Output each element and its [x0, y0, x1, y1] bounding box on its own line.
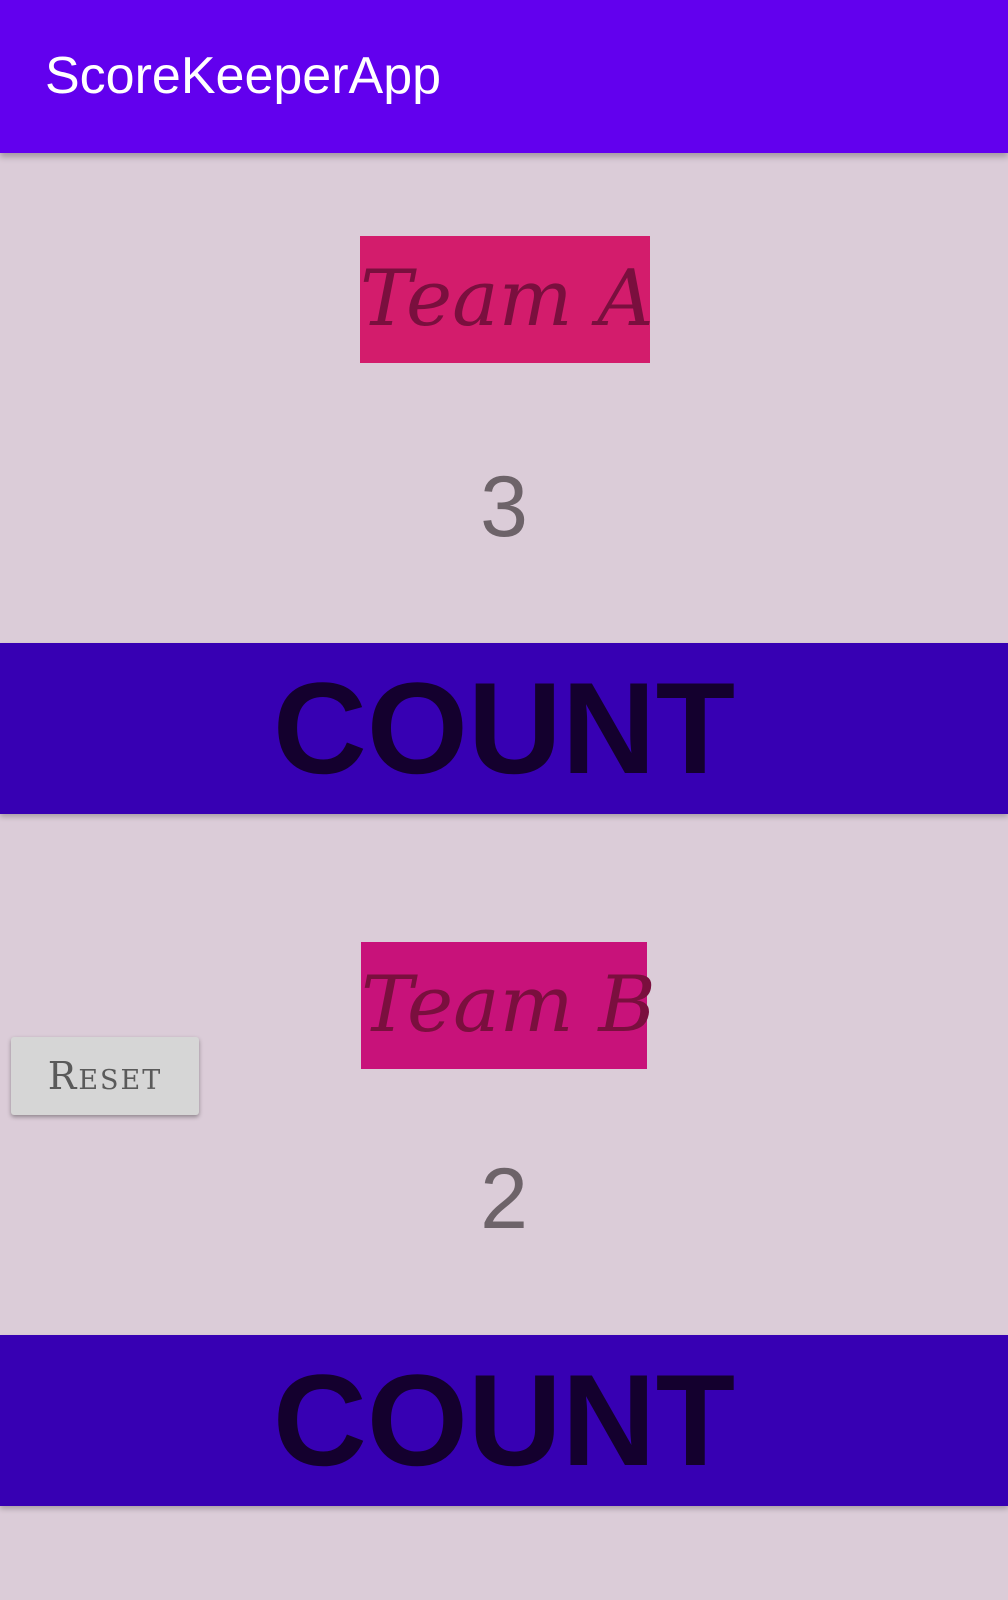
team-b-label: Team B [361, 942, 656, 1069]
team-a-label: Team A [360, 236, 654, 363]
app-bar: ScoreKeeperApp [0, 0, 1008, 153]
team-b-score: 2 [480, 1151, 528, 1247]
app-title: ScoreKeeperApp [45, 47, 442, 105]
team-a-score: 3 [480, 459, 528, 555]
team-a-count-button[interactable]: COUNT [0, 643, 1008, 814]
reset-button[interactable]: Reset [11, 1037, 199, 1115]
team-b-count-button[interactable]: COUNT [0, 1335, 1008, 1506]
